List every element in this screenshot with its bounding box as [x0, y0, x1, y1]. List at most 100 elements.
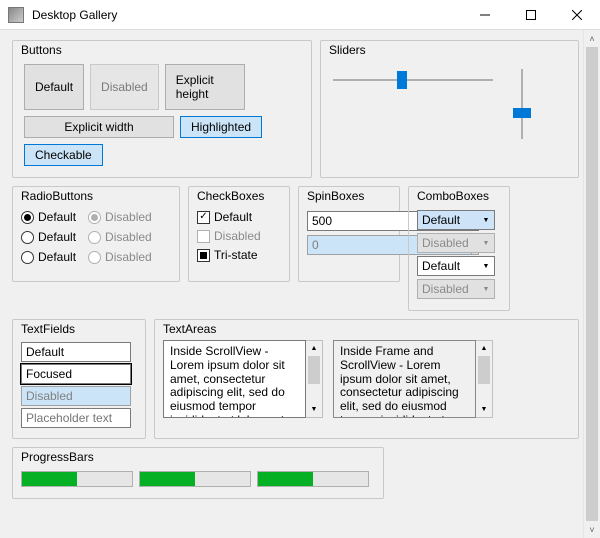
textarea-content[interactable]: Inside ScrollView - Lorem ipsum dolor si…: [163, 340, 306, 418]
spinbox[interactable]: ▲▼: [307, 211, 385, 231]
group-label: SpinBoxes: [305, 189, 366, 203]
scroll-thumb[interactable]: [586, 47, 598, 521]
maximize-button[interactable]: [508, 0, 554, 30]
group-sliders: Sliders: [320, 40, 579, 178]
scroll-thumb[interactable]: [308, 356, 320, 384]
radio-label: Default: [38, 210, 76, 224]
button-label: Highlighted: [191, 120, 251, 134]
group-textareas: TextAreas Inside ScrollView - Lorem ipsu…: [154, 319, 579, 439]
progressbar: [139, 471, 251, 487]
group-label: RadioButtons: [19, 189, 95, 203]
radio-icon: [88, 251, 101, 264]
app-icon: [8, 7, 24, 23]
button-label: Checkable: [35, 148, 92, 162]
textarea-content[interactable]: Inside Frame and ScrollView - Lorem ipsu…: [333, 340, 476, 418]
radio-option-disabled: Disabled: [88, 228, 152, 246]
scroll-up-icon[interactable]: ˄: [584, 30, 600, 47]
group-label: ComboBoxes: [415, 189, 491, 203]
disabled-button: Disabled: [90, 64, 159, 110]
combobox-disabled: Disabled▼: [417, 233, 495, 253]
checkbox-icon: ✓: [197, 211, 210, 224]
scroll-track[interactable]: [584, 47, 600, 521]
textfield-disabled: [21, 386, 131, 406]
progressbar: [257, 471, 369, 487]
radio-label: Default: [38, 230, 76, 244]
spinbox-disabled: ▲▼: [307, 235, 385, 255]
group-label: Buttons: [19, 43, 64, 57]
scrollbar[interactable]: ▲ ▼: [306, 340, 323, 418]
radio-option[interactable]: Default: [21, 208, 76, 226]
group-label: Sliders: [327, 43, 368, 57]
checkbox-option[interactable]: ✓ Default: [197, 208, 281, 226]
radio-option[interactable]: Default: [21, 228, 76, 246]
horizontal-slider[interactable]: [333, 69, 493, 91]
radio-label: Disabled: [105, 210, 152, 224]
textarea-scrollview: Inside ScrollView - Lorem ipsum dolor si…: [163, 340, 323, 418]
highlighted-button[interactable]: Highlighted: [180, 116, 262, 138]
close-button[interactable]: [554, 0, 600, 30]
radio-icon: [88, 211, 101, 224]
checkable-button[interactable]: Checkable: [24, 144, 103, 166]
textfield-default[interactable]: [21, 342, 131, 362]
group-progressbars: ProgressBars: [12, 447, 384, 499]
progressbar-fill: [258, 472, 313, 486]
slider-track: [333, 79, 493, 81]
combobox-editable-disabled: Disabled▼: [417, 279, 495, 299]
default-button[interactable]: Default: [24, 64, 84, 110]
combobox-value: Default: [418, 211, 478, 229]
checkbox-icon: [197, 249, 210, 262]
checkbox-icon: [197, 230, 210, 243]
scroll-down-icon[interactable]: ˅: [584, 521, 600, 538]
combobox[interactable]: Default▼: [417, 210, 495, 230]
scroll-track[interactable]: [476, 356, 492, 402]
checkbox-label: Default: [214, 210, 252, 224]
radio-option[interactable]: Default: [21, 248, 76, 266]
slider-thumb[interactable]: [513, 108, 531, 118]
group-label: TextFields: [19, 322, 77, 336]
group-radiobuttons: RadioButtons Default Default Default Dis…: [12, 186, 180, 282]
minimize-button[interactable]: [462, 0, 508, 30]
group-checkboxes: CheckBoxes ✓Default Disabled Tri-state: [188, 186, 290, 282]
progressbar-fill: [140, 472, 195, 486]
scroll-thumb[interactable]: [478, 356, 490, 384]
checkbox-label: Tri-state: [214, 248, 258, 262]
chevron-down-icon: ▼: [478, 211, 494, 229]
combobox-value: Default: [418, 257, 478, 275]
scroll-up-icon[interactable]: ▲: [306, 341, 322, 356]
textfield-focused[interactable]: [21, 364, 131, 384]
button-label: Explicit height: [176, 73, 234, 101]
group-label: ProgressBars: [19, 450, 96, 464]
combobox-value: Disabled: [418, 280, 478, 298]
scroll-down-icon[interactable]: ▼: [306, 402, 322, 417]
slider-thumb[interactable]: [397, 71, 407, 89]
main-scrollbar[interactable]: ˄ ˅: [583, 30, 600, 538]
scroll-track[interactable]: [306, 356, 322, 402]
group-textfields: TextFields: [12, 319, 146, 439]
textfield-placeholder[interactable]: [21, 408, 131, 428]
slider-track: [521, 69, 523, 139]
chevron-down-icon: ▼: [478, 257, 494, 275]
radio-icon: [21, 251, 34, 264]
explicit-width-button[interactable]: Explicit width: [24, 116, 174, 138]
group-label: TextAreas: [161, 322, 218, 336]
vertical-slider[interactable]: [511, 69, 533, 139]
scroll-up-icon[interactable]: ▲: [476, 341, 492, 356]
scrollbar[interactable]: ▲ ▼: [476, 340, 493, 418]
group-label: CheckBoxes: [195, 189, 266, 203]
combobox-editable[interactable]: Default▼: [417, 256, 495, 276]
button-label: Disabled: [101, 80, 148, 94]
chevron-down-icon: ▼: [478, 234, 494, 252]
progressbar: [21, 471, 133, 487]
window-title: Desktop Gallery: [32, 8, 117, 22]
explicit-height-button[interactable]: Explicit height: [165, 64, 245, 110]
titlebar: Desktop Gallery: [0, 0, 600, 30]
radio-option-disabled: Disabled: [88, 208, 152, 226]
radio-icon: [88, 231, 101, 244]
radio-label: Disabled: [105, 230, 152, 244]
scroll-down-icon[interactable]: ▼: [476, 402, 492, 417]
radio-option-disabled: Disabled: [88, 248, 152, 266]
chevron-down-icon: ▼: [478, 280, 494, 298]
checkbox-option[interactable]: Tri-state: [197, 246, 281, 264]
radio-label: Disabled: [105, 250, 152, 264]
button-label: Default: [35, 80, 73, 94]
